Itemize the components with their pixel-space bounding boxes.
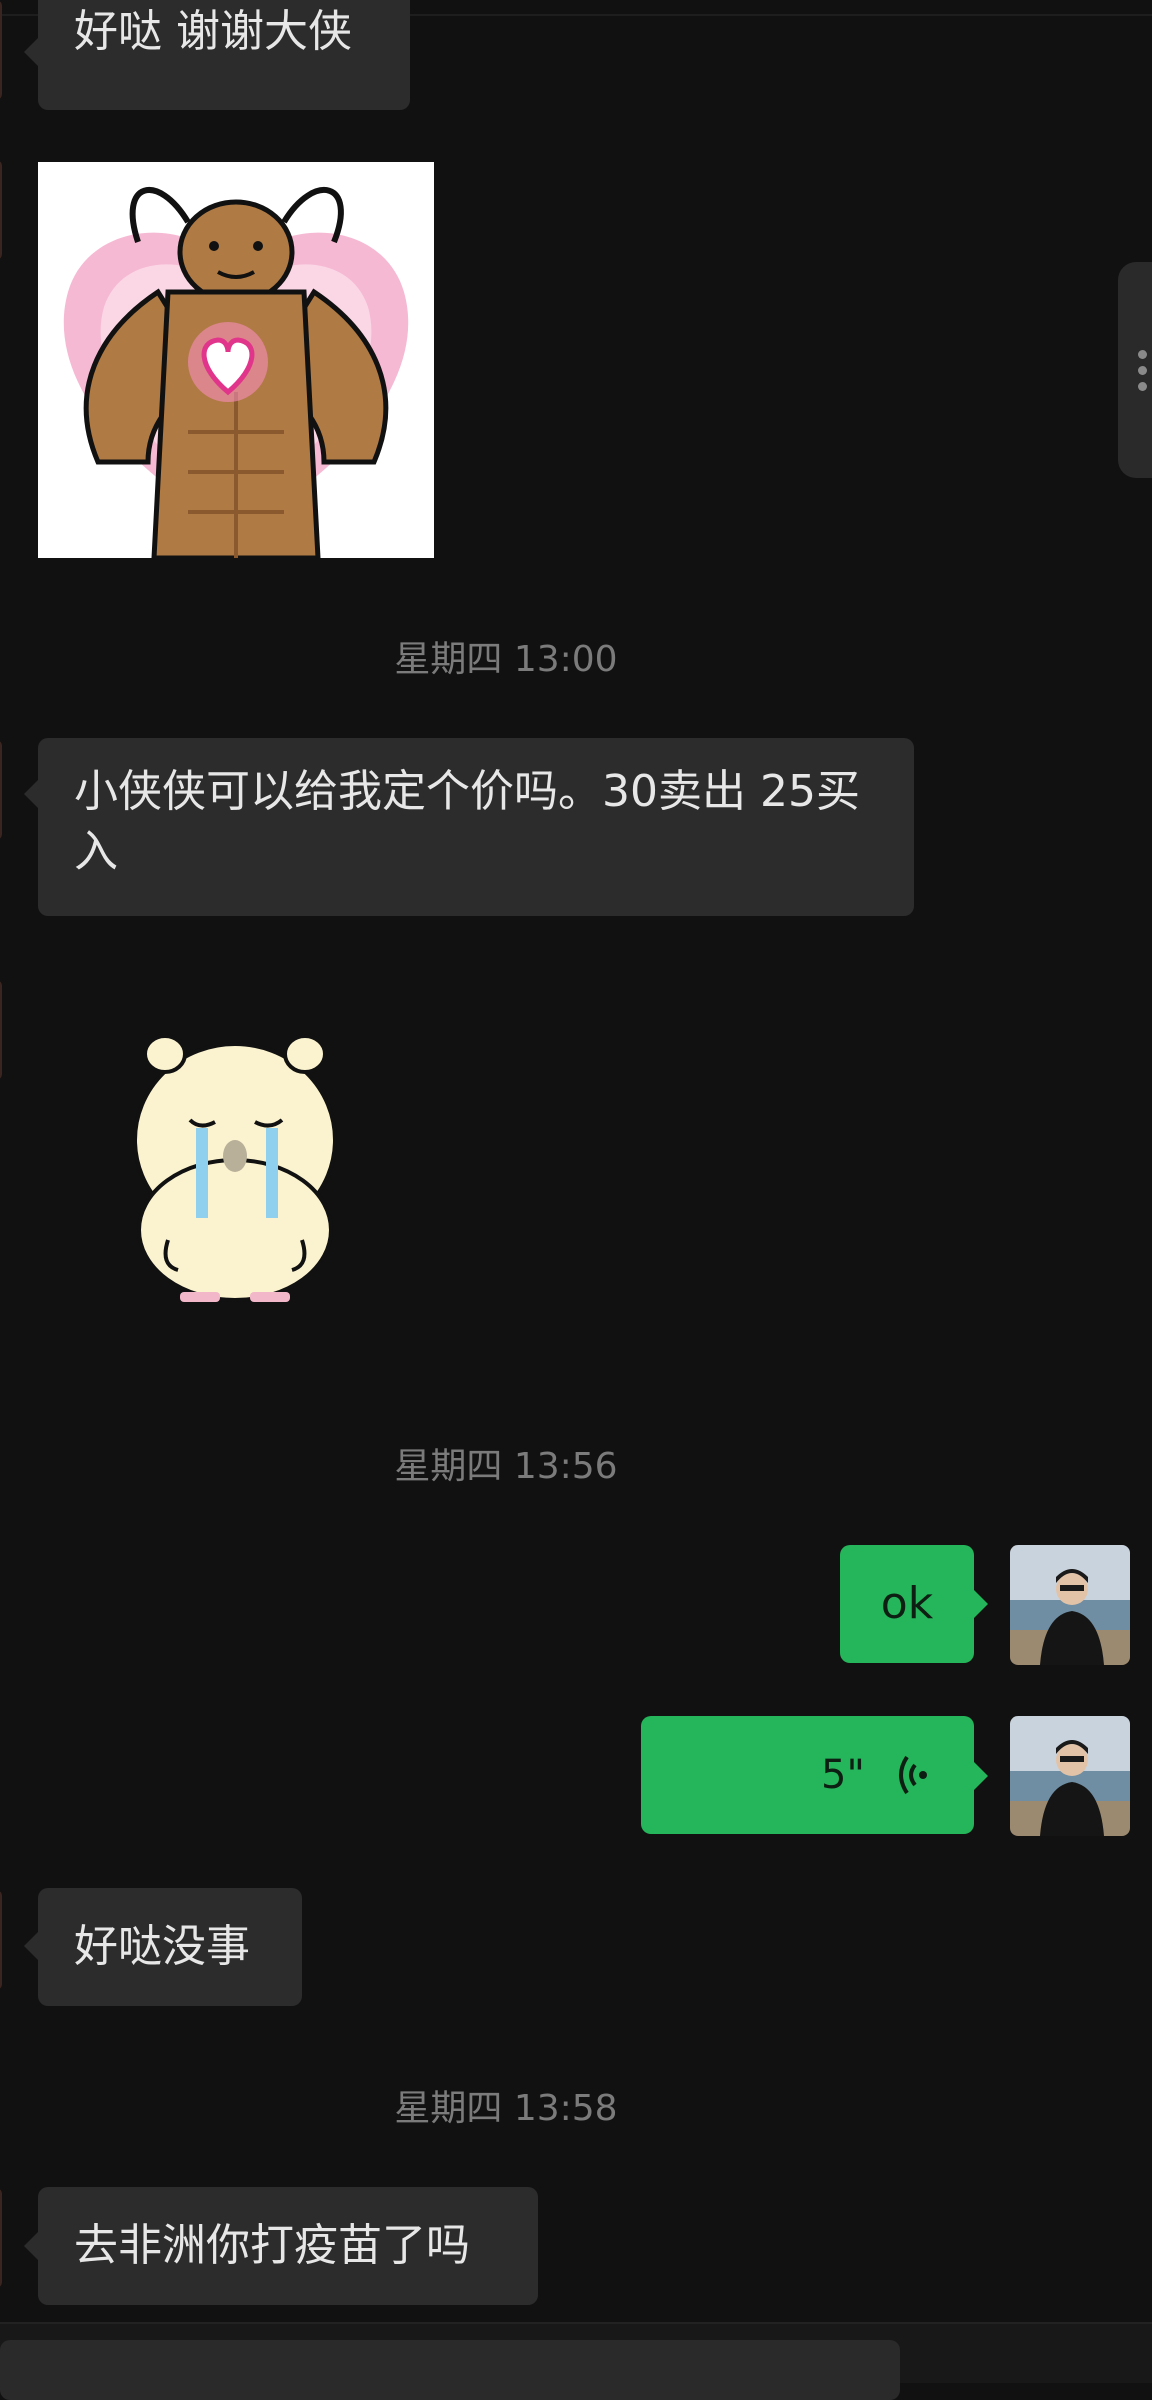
bubble-tail [24, 38, 38, 66]
message-bubble-incoming[interactable]: 好哒没事 [38, 1888, 302, 2006]
message-text: 小侠侠可以给我定个价吗。30卖出 25买入 [74, 766, 860, 877]
sender-avatar[interactable] [0, 740, 2, 840]
message-bubble-incoming[interactable]: 小侠侠可以给我定个价吗。30卖出 25买入 [38, 738, 914, 916]
bubble-tail [974, 1762, 988, 1790]
voice-wave-icon [893, 1752, 937, 1798]
bubble-tail [24, 2232, 38, 2260]
my-avatar[interactable] [1010, 1545, 1130, 1665]
sender-avatar[interactable] [0, 1890, 2, 1990]
bubble-tail [974, 1590, 988, 1618]
voice-message-bubble[interactable]: 5" [641, 1716, 974, 1834]
sender-avatar[interactable] [0, 0, 2, 100]
sender-avatar[interactable] [0, 2188, 2, 2288]
message-bubble-outgoing[interactable]: ok [840, 1545, 974, 1663]
more-dots-icon [1138, 350, 1147, 359]
timestamp: 星期四 13:00 [394, 639, 618, 680]
more-dots-icon [1138, 366, 1147, 375]
message-bubble-incoming[interactable]: 去非洲你打疫苗了吗 [38, 2187, 538, 2305]
voice-duration: 5" [821, 1752, 865, 1798]
sender-avatar[interactable] [0, 980, 2, 1080]
heart-sticker-image[interactable] [38, 162, 434, 561]
bubble-tail [24, 780, 38, 808]
message-bubble-incoming[interactable]: 好哒 谢谢大侠 [38, 0, 410, 110]
timestamp: 星期四 13:58 [394, 2088, 618, 2129]
crying-bear-sticker-image[interactable] [120, 1030, 350, 1310]
message-text: ok [880, 1578, 934, 1629]
my-avatar[interactable] [1010, 1716, 1130, 1836]
sender-avatar[interactable] [0, 160, 2, 260]
more-dots-icon [1138, 382, 1147, 391]
message-text: 好哒没事 [74, 1921, 250, 1972]
timestamp: 星期四 13:56 [394, 1446, 618, 1487]
message-text: 好哒 谢谢大侠 [74, 6, 352, 57]
message-text: 去非洲你打疫苗了吗 [74, 2220, 470, 2271]
message-input[interactable] [0, 2340, 900, 2400]
bubble-tail [24, 1932, 38, 1960]
